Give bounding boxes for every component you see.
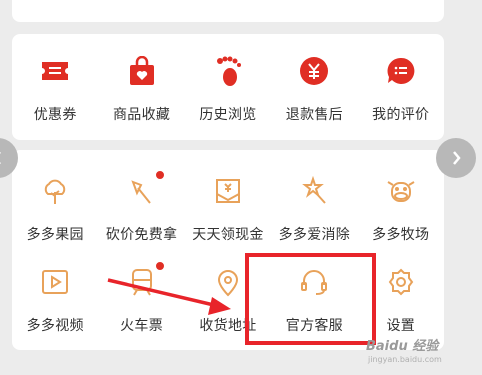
tutorial-arrow [107,278,231,315]
tutorial-highlight-box [245,253,376,345]
watermark-url: jingyan.baidu.com [368,355,442,364]
watermark: Baidu 经验 [366,339,439,354]
